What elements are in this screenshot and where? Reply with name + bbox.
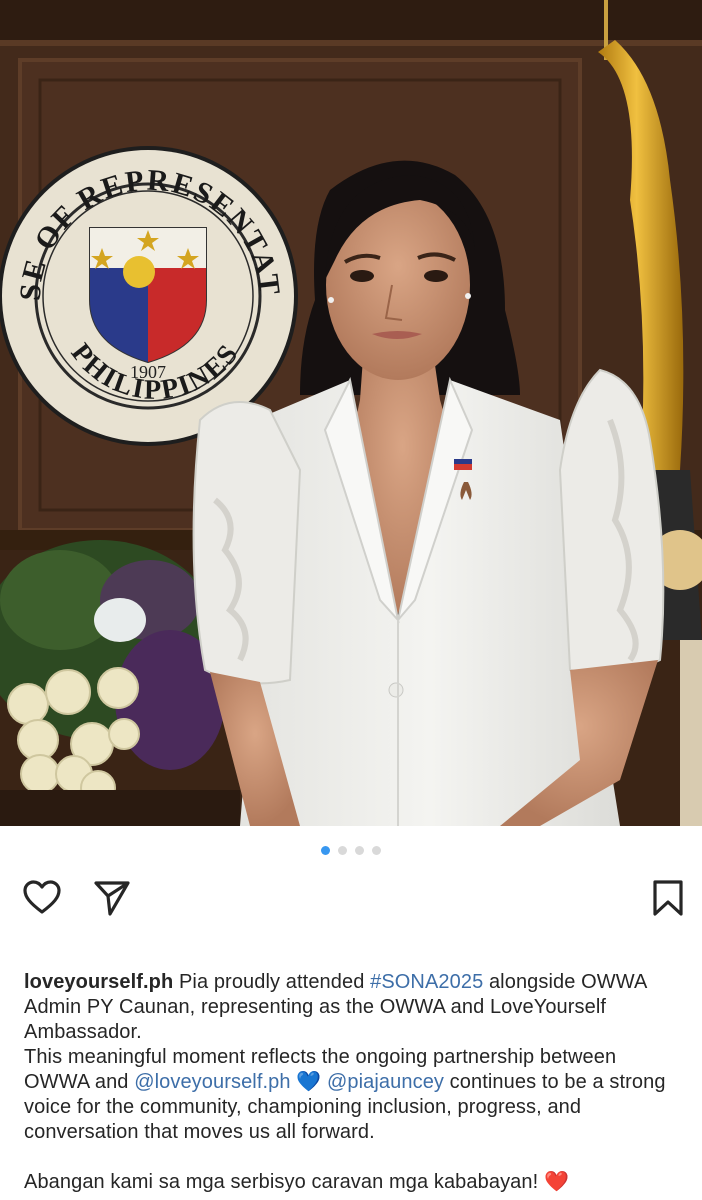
carousel-dot-1[interactable] (321, 846, 330, 855)
carousel-dot-2[interactable] (338, 846, 347, 855)
like-button[interactable] (20, 876, 64, 920)
bookmark-outline-icon (653, 880, 683, 916)
red-heart-emoji: ❤️ (543, 1171, 569, 1193)
caption-paragraph-3: Abangan kami sa mga serbisyo caravan mga… (24, 1170, 684, 1195)
cropped-text-fragment (322, 936, 432, 950)
carousel-dot-3[interactable] (355, 846, 364, 855)
caption-paragraph-2: This meaningful moment reflects the ongo… (24, 1045, 684, 1145)
post-image[interactable]: 1907 HOUSE OF REPRESENTATIVES PHILIPPINE… (0, 0, 702, 826)
caption-text-3: Abangan kami sa mga serbisyo caravan mga… (24, 1171, 544, 1193)
paper-plane-icon (94, 881, 130, 916)
post-photo: 1907 HOUSE OF REPRESENTATIVES PHILIPPINE… (0, 0, 702, 826)
share-button[interactable] (90, 876, 134, 920)
hashtag-link[interactable]: #SONA2025 (370, 971, 483, 993)
heart-outline-icon (23, 880, 61, 914)
carousel-indicator (0, 846, 702, 855)
mention-loveyourself[interactable]: @loveyourself.ph (134, 1071, 290, 1093)
blue-heart-emoji: 💙 (296, 1071, 322, 1093)
post-caption: loveyourself.ph Pia proudly attended #SO… (24, 970, 684, 1195)
mention-piajauncey[interactable]: @piajauncey (327, 1071, 444, 1093)
caption-username[interactable]: loveyourself.ph (24, 971, 173, 993)
caption-paragraph-1: loveyourself.ph Pia proudly attended #SO… (24, 970, 684, 1045)
caption-text-1: Pia proudly attended (173, 971, 371, 993)
carousel-dot-4[interactable] (372, 846, 381, 855)
save-button[interactable] (646, 876, 690, 920)
